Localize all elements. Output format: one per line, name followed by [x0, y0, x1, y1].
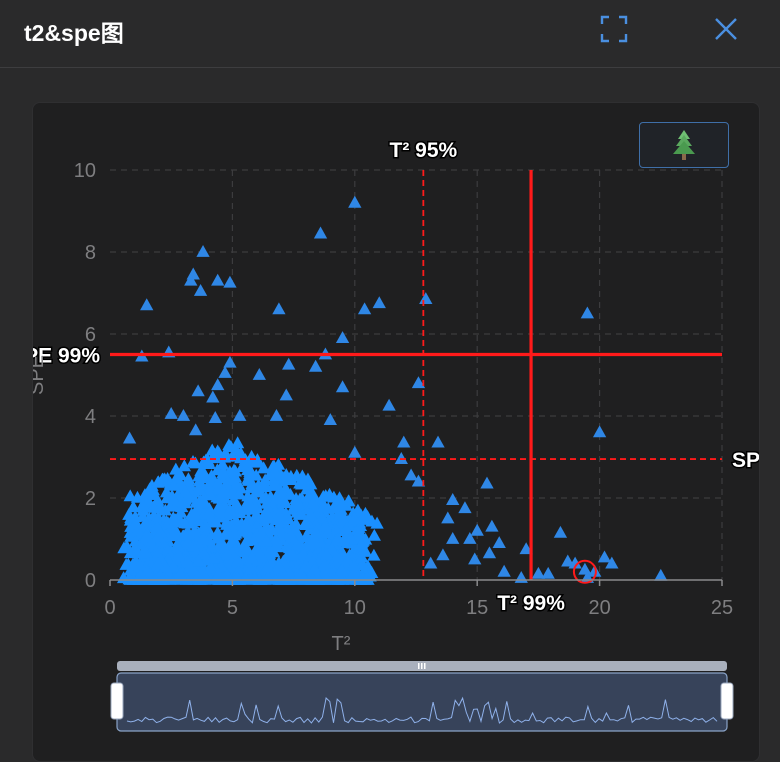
- y-axis-label: SPE: [33, 355, 48, 395]
- scatter-chart: T² 95%T² 99%SPE 95%SPE 99% 0510152025024…: [33, 138, 760, 732]
- zoom-grip: [424, 663, 426, 669]
- data-point: [193, 283, 208, 296]
- limit-label: T² 95%: [390, 139, 458, 162]
- data-point: [272, 302, 286, 315]
- data-point: [308, 359, 323, 372]
- chart-axes: 0 5 10 15 20 25 0 2 4 6 8 10 T² SPE: [33, 160, 733, 655]
- data-point: [323, 413, 337, 425]
- data-point: [211, 273, 225, 286]
- data-point: [223, 355, 237, 368]
- data-point: [372, 296, 386, 309]
- data-point: [223, 275, 237, 288]
- data-point: [485, 519, 499, 532]
- data-point: [497, 564, 511, 577]
- data-point: [208, 411, 222, 423]
- data-point: [140, 298, 154, 311]
- data-point: [441, 511, 455, 524]
- data-point: [580, 306, 595, 319]
- data-point: [482, 546, 497, 559]
- dialog-title: t2&spe图: [24, 20, 124, 46]
- data-point: [211, 378, 225, 391]
- x-tick-label: 20: [588, 597, 610, 619]
- data-point: [514, 570, 528, 583]
- data-point: [348, 195, 362, 208]
- chart-card: T² 95%T² 99%SPE 95%SPE 99% 0510152025024…: [32, 102, 760, 762]
- data-point: [424, 556, 438, 569]
- y-tick-label: 8: [85, 242, 96, 264]
- data-point: [458, 501, 472, 514]
- x-tick-label: 0: [104, 597, 115, 619]
- toolbox-button[interactable]: [639, 122, 729, 168]
- data-point: [394, 452, 408, 464]
- data-point: [419, 292, 433, 305]
- data-point: [446, 493, 460, 505]
- y-tick-label: 2: [85, 488, 96, 510]
- y-tick-label: 4: [85, 406, 96, 428]
- data-point: [492, 536, 506, 548]
- data-point: [335, 380, 350, 393]
- x-tick-label: 10: [344, 597, 366, 619]
- limit-label: SPE 95%: [732, 449, 760, 472]
- fullscreen-icon: [600, 15, 628, 43]
- data-point: [578, 562, 592, 575]
- close-button[interactable]: [709, 12, 743, 46]
- fullscreen-button[interactable]: [597, 12, 631, 46]
- data-point: [592, 425, 607, 438]
- dialog-header: t2&spe图: [0, 0, 780, 68]
- dense-point: [123, 489, 137, 502]
- data-point: [382, 398, 396, 411]
- data-point: [176, 409, 191, 421]
- data-point: [279, 388, 293, 401]
- x-axis-label: T²: [332, 633, 351, 655]
- data-point: [348, 445, 362, 458]
- y-tick-label: 10: [74, 160, 96, 182]
- data-point: [269, 409, 284, 421]
- data-point: [480, 476, 494, 489]
- data-point: [218, 365, 232, 378]
- close-icon: [715, 18, 737, 40]
- data-point: [252, 368, 266, 380]
- tree-icon: [673, 130, 695, 160]
- data-point: [122, 431, 137, 444]
- data-point: [196, 245, 210, 257]
- data-point: [553, 525, 568, 538]
- zoom-handle-right: [720, 682, 734, 720]
- data-point: [468, 552, 482, 565]
- data-zoom-slider[interactable]: [110, 661, 734, 732]
- zoom-window: [116, 672, 728, 732]
- data-point: [335, 331, 350, 343]
- data-point: [313, 226, 328, 239]
- data-point: [191, 384, 205, 397]
- data-point: [233, 409, 247, 421]
- data-point: [431, 435, 445, 448]
- dense-point: [367, 528, 381, 541]
- data-point: [446, 532, 460, 544]
- y-tick-label: 0: [85, 570, 96, 592]
- zoom-handle-left: [110, 682, 124, 720]
- data-point: [436, 548, 450, 561]
- x-tick-label: 15: [466, 597, 488, 619]
- x-tick-label: 25: [711, 597, 733, 619]
- data-point: [531, 566, 546, 579]
- data-point: [164, 406, 178, 419]
- data-point: [470, 523, 484, 536]
- data-point: [654, 568, 668, 581]
- data-point: [189, 423, 203, 436]
- y-tick-label: 6: [85, 324, 96, 346]
- data-point: [404, 468, 418, 481]
- limit-label: T² 99%: [497, 592, 565, 615]
- zoom-grip: [418, 663, 420, 669]
- data-point: [282, 357, 296, 370]
- data-point: [206, 390, 220, 403]
- data-point: [357, 302, 372, 315]
- zoom-grip: [421, 663, 423, 669]
- x-tick-label: 5: [227, 597, 238, 619]
- data-point: [397, 435, 411, 448]
